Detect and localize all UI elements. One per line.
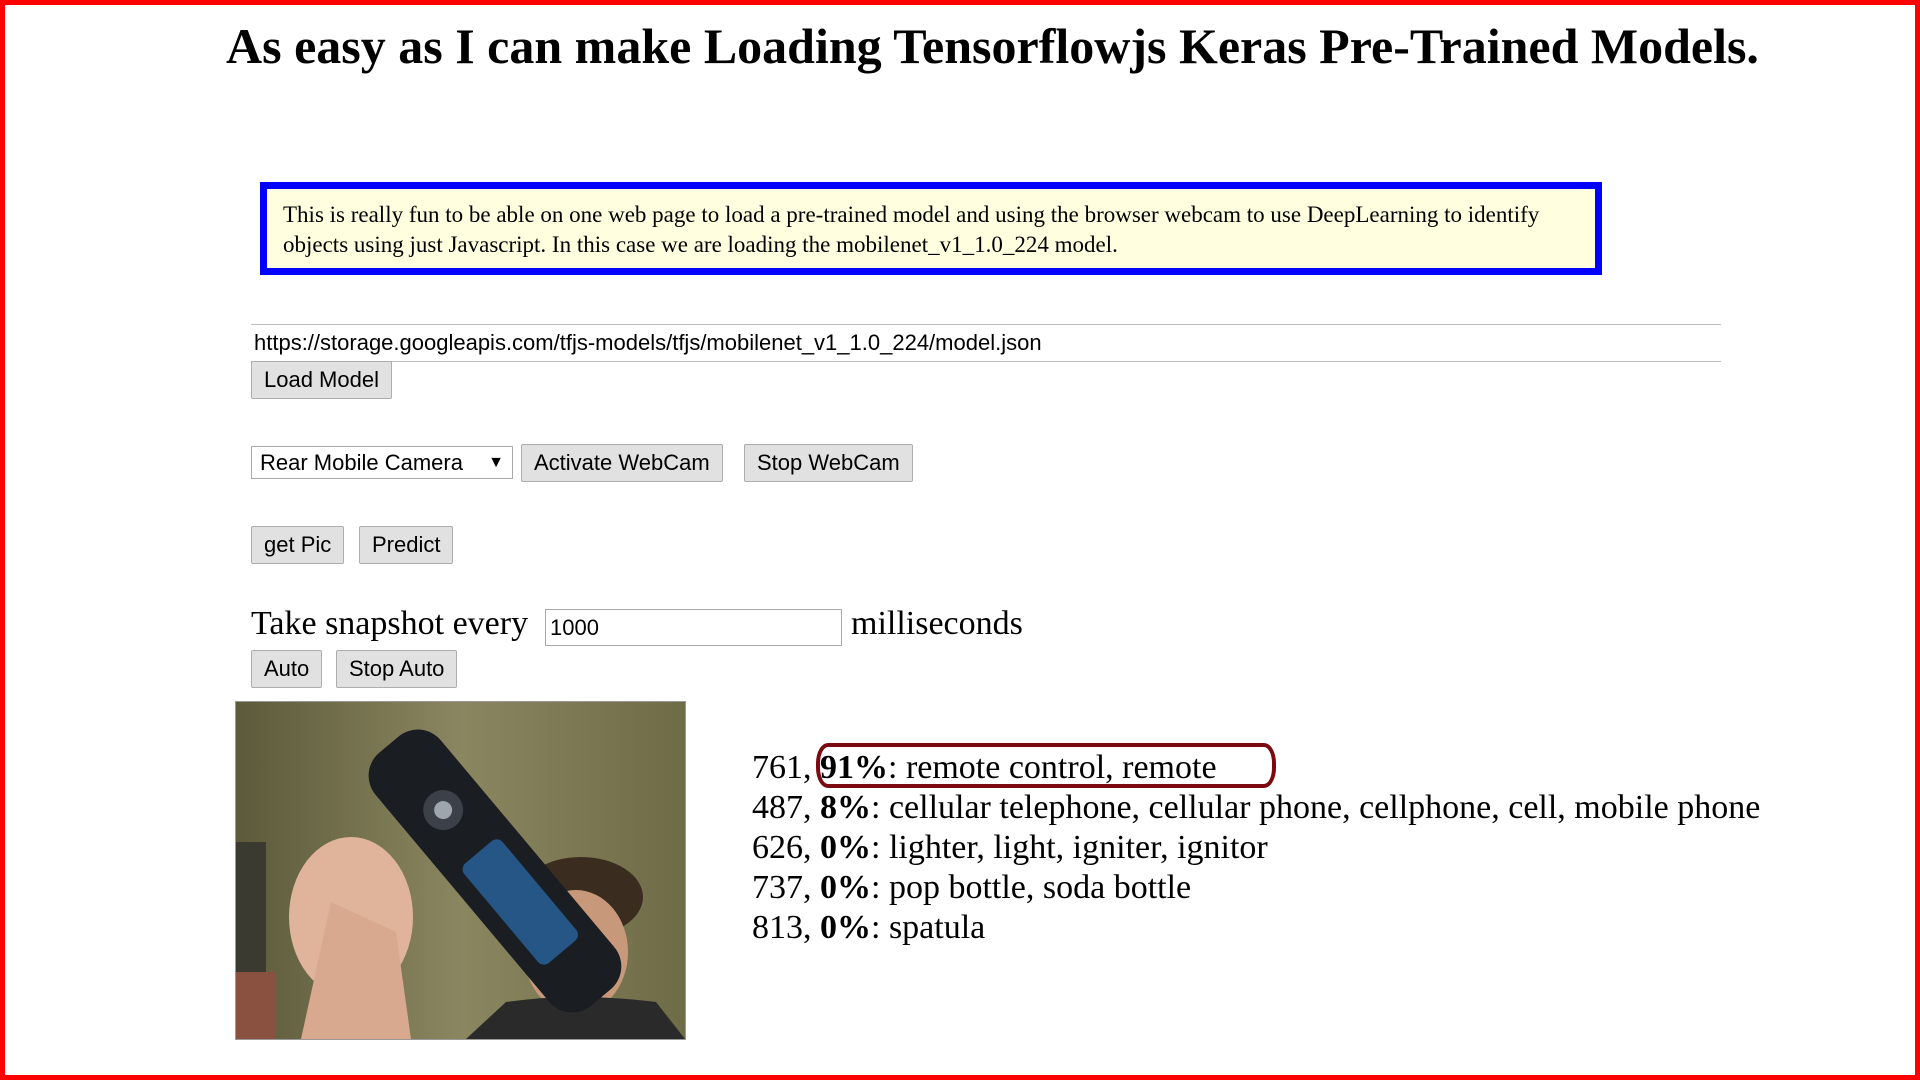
prediction-label: : lighter, light, igniter, ignitor (871, 829, 1268, 866)
prediction-pct: 91% (820, 749, 888, 786)
prediction-row: 737, 0%: pop bottle, soda bottle (752, 868, 1760, 908)
stop-auto-button[interactable]: Stop Auto (336, 650, 458, 688)
activate-webcam-button[interactable]: Activate WebCam (521, 444, 723, 482)
prediction-id: 737, (752, 869, 812, 906)
camera-select[interactable]: Rear Mobile Camera ▼ (251, 446, 513, 479)
prediction-pct: 0% (820, 829, 871, 866)
prediction-row: 487, 8%: cellular telephone, cellular ph… (752, 788, 1760, 828)
snapshot-label: Take snapshot every (251, 605, 529, 642)
prediction-row: 626, 0%: lighter, light, igniter, ignito… (752, 828, 1760, 868)
prediction-id: 761, (752, 749, 812, 786)
camera-select-value: Rear Mobile Camera (260, 450, 463, 475)
model-url-input[interactable] (251, 324, 1721, 362)
intro-box: This is really fun to be able on one web… (260, 182, 1602, 275)
stop-webcam-button[interactable]: Stop WebCam (744, 444, 913, 482)
prediction-pct: 0% (820, 909, 871, 946)
chevron-down-icon: ▼ (488, 454, 504, 471)
prediction-pct: 0% (820, 869, 871, 906)
prediction-id: 813, (752, 909, 812, 946)
webcam-image (236, 702, 685, 1039)
prediction-label: : pop bottle, soda bottle (871, 869, 1192, 906)
load-model-button[interactable]: Load Model (251, 361, 392, 399)
predict-button[interactable]: Predict (359, 526, 454, 564)
prediction-pct: 8% (820, 789, 871, 826)
prediction-label: : cellular telephone, cellular phone, ce… (871, 789, 1761, 826)
webcam-snapshot (235, 701, 686, 1040)
prediction-id: 626, (752, 829, 812, 866)
prediction-row: 761, 91%: remote control, remote (752, 748, 1760, 788)
interval-input[interactable] (545, 609, 842, 646)
snapshot-unit: milliseconds (851, 605, 1023, 642)
prediction-id: 487, (752, 789, 812, 826)
auto-button[interactable]: Auto (251, 650, 323, 688)
predictions-list: 761, 91%: remote control, remote 487, 8%… (752, 748, 1760, 948)
prediction-label: : spatula (871, 909, 986, 946)
get-pic-button[interactable]: get Pic (251, 526, 345, 564)
prediction-row: 813, 0%: spatula (752, 908, 1760, 948)
prediction-label: : remote control, remote (888, 749, 1217, 786)
page-title: As easy as I can make Loading Tensorflow… (226, 18, 1759, 74)
